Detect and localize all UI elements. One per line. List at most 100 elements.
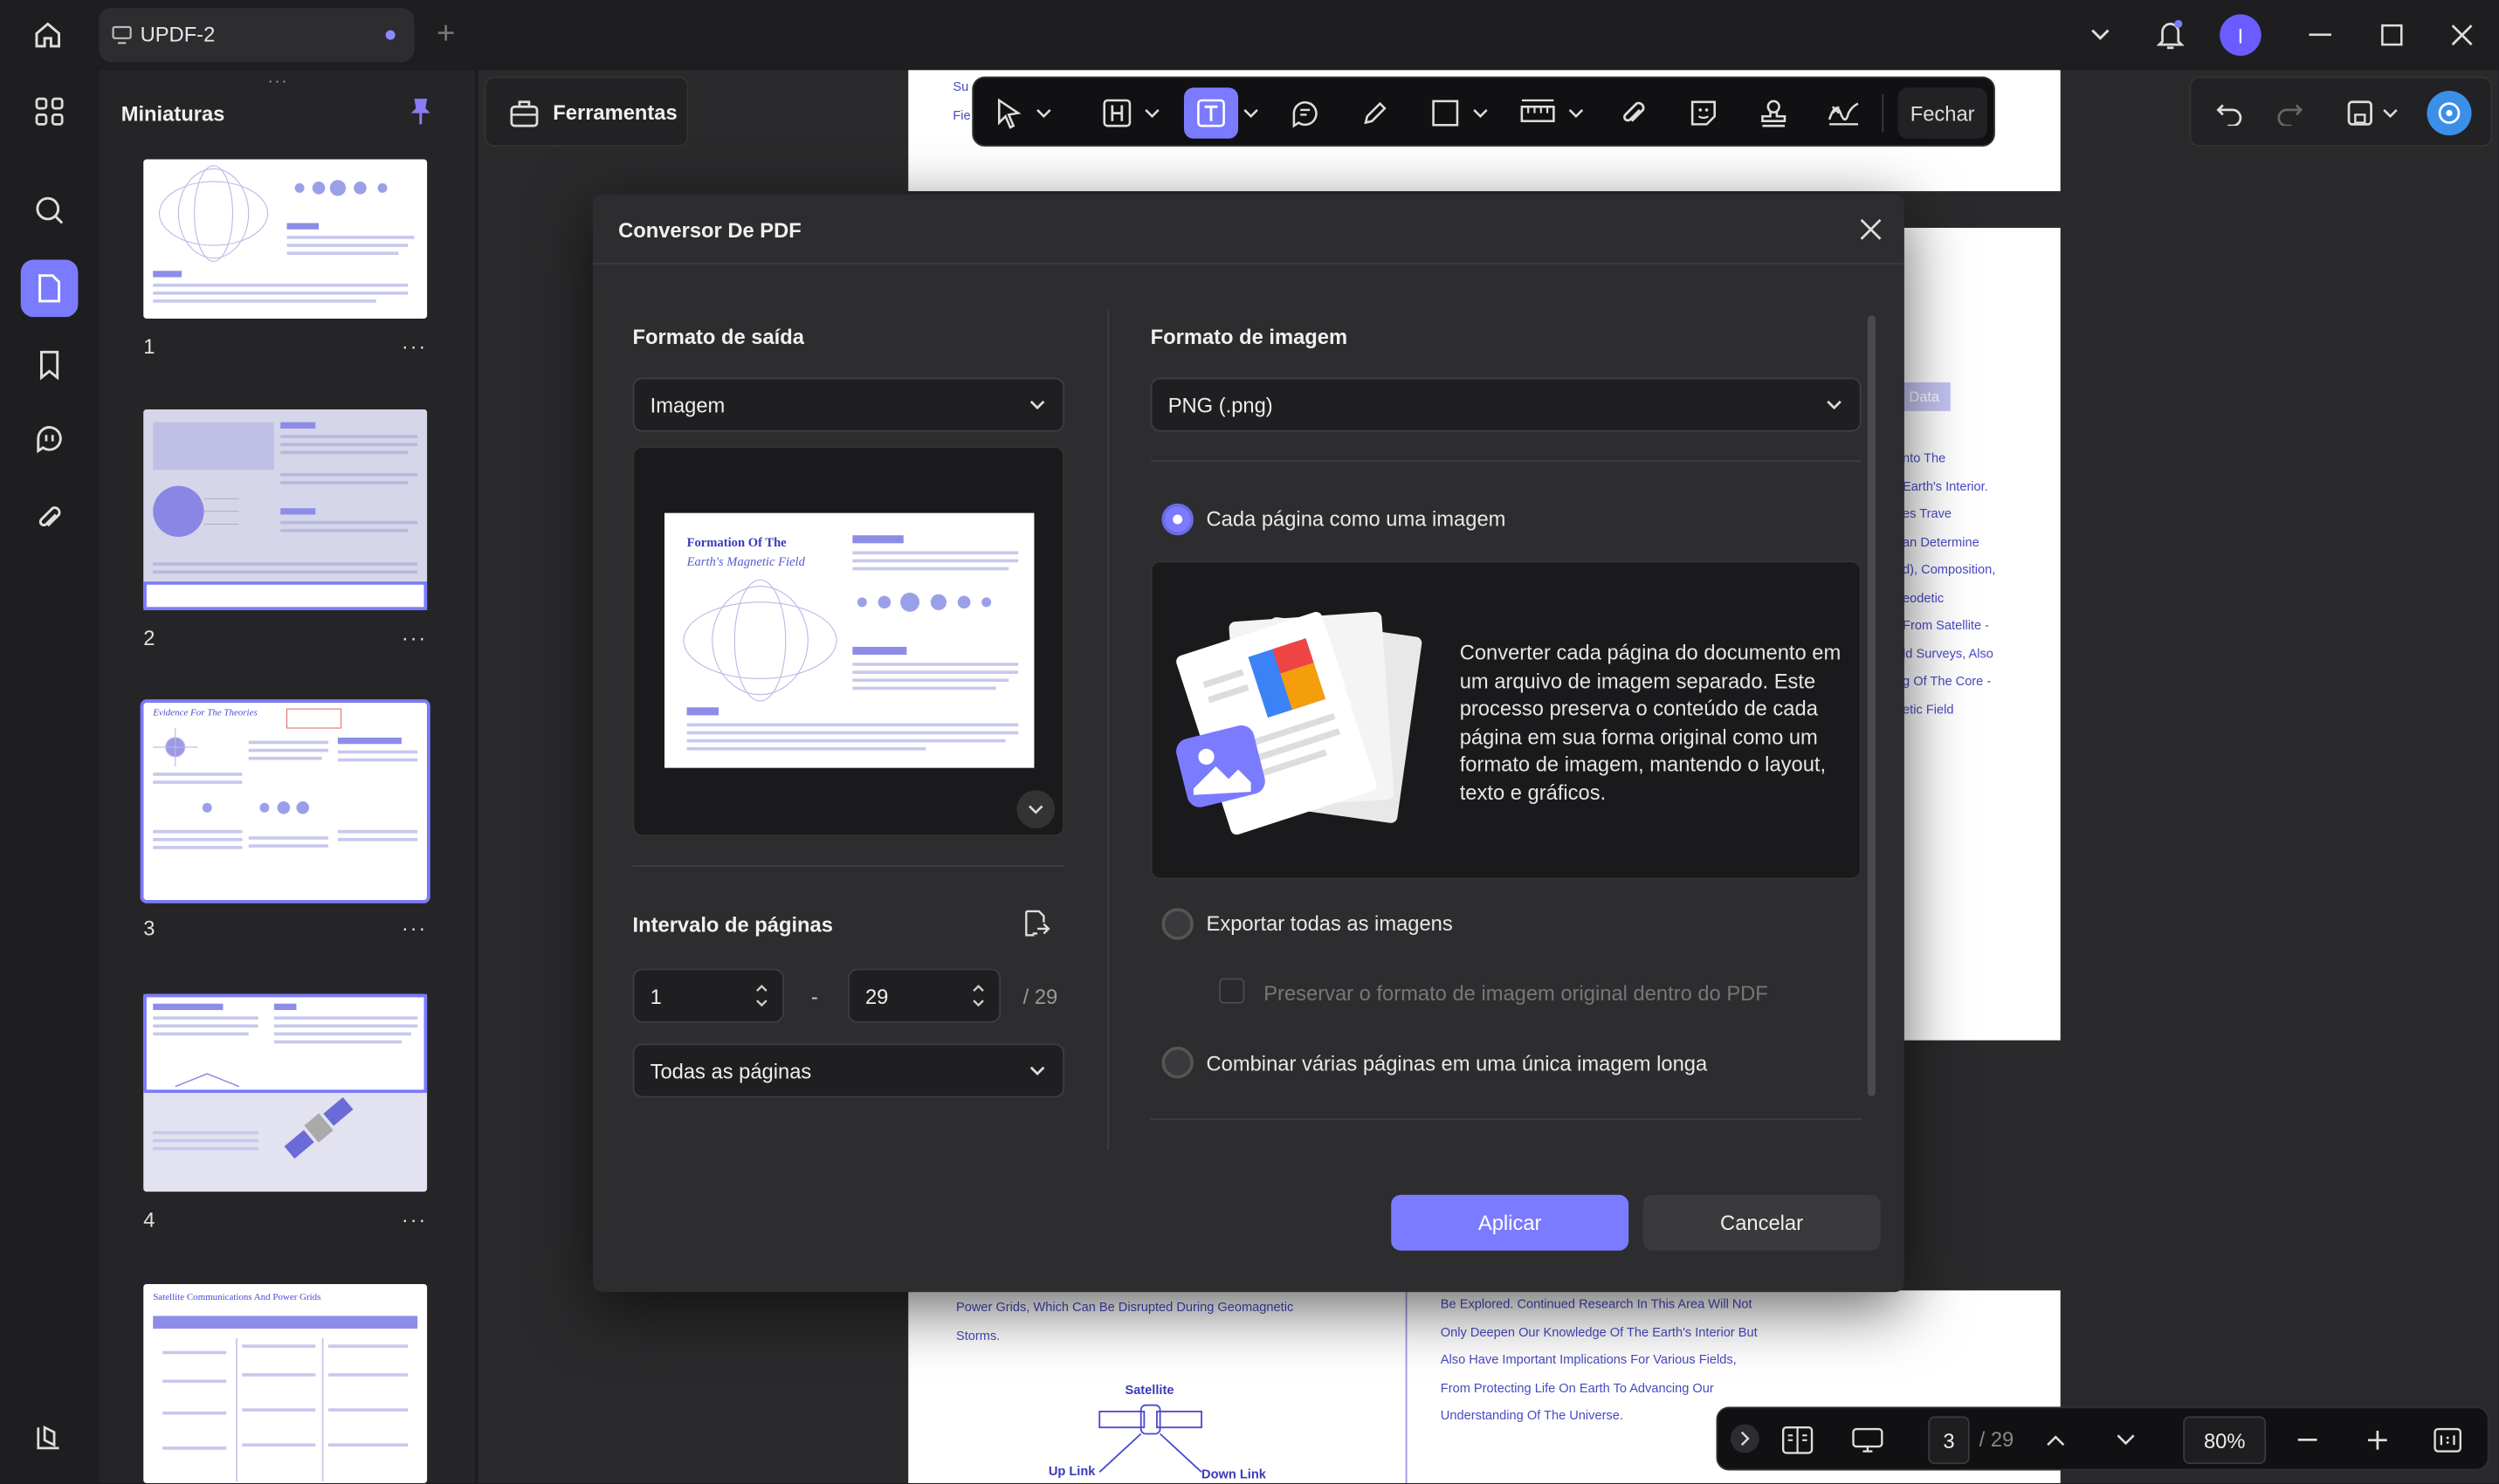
presentation-icon[interactable]: [1848, 1421, 1887, 1460]
range-to-input[interactable]: 29: [847, 968, 1002, 1023]
apps-grid-icon[interactable]: [21, 83, 79, 141]
page-range-label: Intervalo de páginas: [632, 912, 833, 938]
page-range-settings-icon[interactable]: [1016, 905, 1055, 944]
home-icon[interactable]: [25, 16, 70, 54]
range-from-value: 1: [650, 983, 662, 1008]
page-thumbnail-1[interactable]: [143, 159, 428, 319]
thumbnails-icon[interactable]: [20, 259, 79, 318]
selection-frame: [143, 581, 428, 610]
signature-tool-icon[interactable]: [1821, 91, 1866, 135]
range-from-input[interactable]: 1: [632, 968, 784, 1023]
preview-graphics: [683, 535, 1019, 751]
radio-each-page[interactable]: [1161, 503, 1194, 536]
divider: [1150, 1118, 1862, 1120]
redo-icon[interactable]: [2268, 91, 2312, 135]
cancel-button[interactable]: Cancelar: [1642, 1194, 1881, 1251]
page-navigation-bar: 3 / 29 80%: [1716, 1406, 2489, 1471]
stepper-icon[interactable]: [754, 979, 769, 1012]
highlight-tool-icon[interactable]: [1095, 91, 1139, 135]
attachment-tool-icon[interactable]: [1611, 91, 1656, 135]
pages-select[interactable]: Todas as páginas: [632, 1043, 1065, 1098]
sticker-tool-icon[interactable]: [1681, 91, 1725, 135]
new-tab-button[interactable]: +: [437, 16, 468, 54]
preserve-format-checkbox[interactable]: [1219, 978, 1245, 1004]
save-icon[interactable]: [2337, 91, 2382, 135]
chevron-down-icon: [1029, 400, 1045, 410]
page-more-button[interactable]: ···: [402, 916, 427, 939]
dialog-title: Conversor De PDF: [618, 218, 802, 243]
pin-icon[interactable]: [402, 93, 440, 131]
satellite-label: Satellite: [1125, 1383, 1174, 1398]
edit-actions: [2189, 76, 2493, 147]
page-thumbnail-2[interactable]: [143, 409, 428, 610]
page-layout-icon[interactable]: [1779, 1421, 1817, 1460]
maximize-icon[interactable]: [2376, 19, 2408, 52]
page-number: 1: [143, 334, 155, 359]
page-more-button[interactable]: ···: [402, 626, 427, 649]
radio-combine-pages[interactable]: [1161, 1047, 1194, 1079]
minimize-icon[interactable]: [2304, 19, 2337, 52]
page-thumbnail-3[interactable]: Evidence For The Theories: [140, 699, 430, 903]
chevron-down-icon[interactable]: [1566, 91, 1586, 135]
zoom-out-icon[interactable]: [2291, 1425, 2323, 1457]
tools-button[interactable]: Ferramentas: [484, 76, 689, 147]
ai-assistant-icon[interactable]: [2427, 91, 2472, 136]
output-format-value: Imagem: [650, 392, 726, 417]
option-description-card: Converter cada página do documento em um…: [1150, 560, 1862, 880]
pages-select-value: Todas as páginas: [650, 1058, 812, 1083]
page-text-block: Be Explored. Continued Research In This …: [1440, 1296, 1758, 1423]
pencil-tool-icon[interactable]: [1353, 91, 1397, 135]
image-format-select[interactable]: PNG (.png): [1150, 377, 1862, 432]
scrollbar[interactable]: [1867, 315, 1876, 1096]
resize-handle[interactable]: ···: [268, 73, 289, 91]
measure-tool-icon[interactable]: [1516, 91, 1560, 135]
close-window-icon[interactable]: [2446, 19, 2478, 52]
bookmark-icon[interactable]: [21, 336, 79, 394]
zoom-level[interactable]: 80%: [2183, 1416, 2267, 1465]
notification-bell-icon[interactable]: [2151, 16, 2190, 54]
output-format-select[interactable]: Imagem: [632, 377, 1065, 432]
close-toolbar-button[interactable]: Fechar: [1897, 87, 1987, 139]
preview-page: Formation Of The Earth's Magnetic Field: [664, 512, 1035, 768]
chevron-down-icon[interactable]: [1034, 91, 1053, 135]
toolbar-divider: [1882, 93, 1884, 133]
data-label: Data: [1903, 382, 1951, 411]
expand-preview-button[interactable]: [1016, 790, 1056, 828]
page-text: Su: [953, 79, 969, 94]
search-icon[interactable]: [21, 182, 79, 239]
chevron-down-icon[interactable]: [2379, 91, 2402, 135]
radio-export-images[interactable]: [1161, 908, 1194, 940]
shape-tool-icon[interactable]: [1423, 91, 1468, 135]
text-tool-icon[interactable]: [1183, 87, 1239, 139]
avatar[interactable]: I: [2220, 14, 2261, 56]
comment-tool-icon[interactable]: [1283, 91, 1327, 135]
stepper-icon[interactable]: [970, 979, 986, 1012]
prev-page-icon[interactable]: [2040, 1425, 2072, 1457]
chevron-down-icon[interactable]: [1470, 91, 1490, 135]
chevron-down-icon[interactable]: [2084, 19, 2117, 52]
chevron-down-icon[interactable]: [1242, 91, 1261, 135]
comments-icon[interactable]: [21, 411, 79, 469]
close-icon[interactable]: [1855, 214, 1887, 246]
next-page-icon[interactable]: [2110, 1425, 2142, 1457]
page-more-button[interactable]: ···: [402, 1207, 427, 1231]
selection-frame: [143, 993, 428, 1093]
document-tab[interactable]: UPDF-2: [99, 8, 415, 63]
stamp-tool-icon[interactable]: [1752, 91, 1796, 135]
column-divider: [1107, 309, 1110, 1151]
select-tool-icon[interactable]: [987, 91, 1031, 135]
page-thumbnail-5[interactable]: Satellite Communications And Power Grids: [143, 1283, 428, 1484]
convert-illustration: [1176, 611, 1422, 835]
layers-icon[interactable]: [21, 1408, 79, 1466]
tab-title: UPDF-2: [140, 22, 216, 46]
collapse-icon[interactable]: [1730, 1424, 1759, 1453]
chevron-down-icon[interactable]: [1143, 91, 1162, 135]
range-separator: -: [810, 984, 818, 1009]
undo-icon[interactable]: [2207, 91, 2252, 135]
current-page-input[interactable]: 3: [1928, 1416, 1970, 1465]
attachment-icon[interactable]: [21, 489, 79, 546]
apply-button[interactable]: Aplicar: [1391, 1194, 1629, 1251]
actual-size-icon[interactable]: [2428, 1421, 2467, 1460]
page-more-button[interactable]: ···: [402, 334, 427, 358]
zoom-in-icon[interactable]: [2362, 1425, 2394, 1457]
